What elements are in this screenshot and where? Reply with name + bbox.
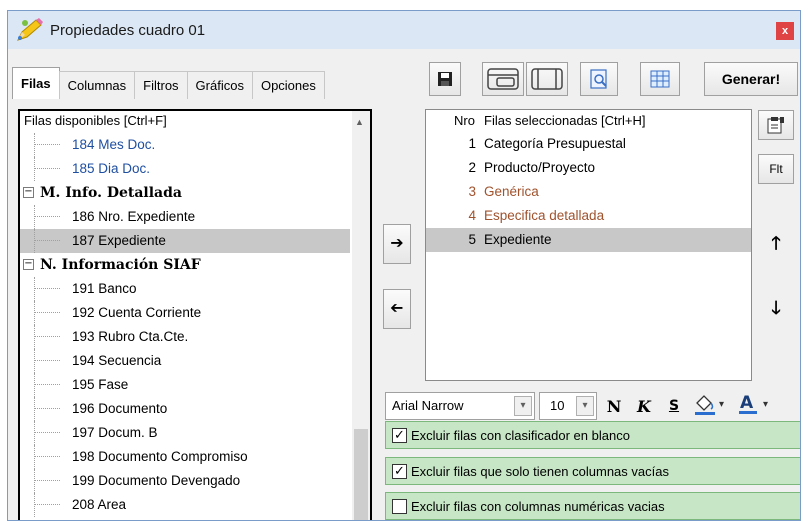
list-item[interactable]: 193 Rubro Cta.Cte. xyxy=(20,325,350,349)
tab-graficos[interactable]: Gráficos xyxy=(186,71,253,99)
move-up-button[interactable]: 🡑 xyxy=(758,223,794,263)
generar-button[interactable]: Generar! xyxy=(704,62,798,96)
tab-columnas[interactable]: Columnas xyxy=(58,71,136,99)
font-size-select[interactable]: 10 ▾ xyxy=(539,392,597,420)
list-item[interactable]: 199 Documento Devengado xyxy=(20,469,350,493)
title-bar[interactable]: Propiedades cuadro 01 x xyxy=(8,11,800,49)
checkbox-unchecked[interactable] xyxy=(392,498,407,514)
svg-text:A: A xyxy=(740,393,754,413)
table-row[interactable]: 1 Categoría Presupuestal xyxy=(426,132,751,156)
list-item[interactable]: 185 Dia Doc. xyxy=(20,157,350,181)
scroll-up-icon[interactable]: ▲ xyxy=(355,117,364,127)
available-rows-header: Filas disponibles [Ctrl+F] xyxy=(24,113,167,128)
grid-icon xyxy=(650,70,670,88)
table-row[interactable]: 4 Especifica detallada xyxy=(426,204,751,228)
nro-column-header: Nro xyxy=(454,113,475,128)
arrow-down-icon: 🡓 xyxy=(771,298,781,318)
font-color-icon: A ▾ xyxy=(739,393,768,414)
properties-icon xyxy=(767,117,784,134)
selected-rows-header: Nro Filas seleccionadas [Ctrl+H] xyxy=(426,110,751,132)
italic-button[interactable]: K xyxy=(631,397,657,416)
tree-group[interactable]: − M. Info. Detallada xyxy=(20,181,350,205)
checkbox-checked[interactable]: ✓ xyxy=(392,463,407,479)
table-row[interactable]: 3 Genérica xyxy=(426,180,751,204)
list-item[interactable]: 187 Expediente xyxy=(20,229,350,253)
properties-window: Propiedades cuadro 01 x Filas Columnas F… xyxy=(7,10,801,521)
option-exclude-empty-numeric[interactable]: Excluir filas con columnas numéricas vac… xyxy=(385,492,800,520)
layout-header-icon xyxy=(487,68,519,90)
tab-filas[interactable]: Filas xyxy=(12,67,60,99)
paint-bucket-icon: ▾ xyxy=(695,395,724,415)
arrow-right-icon: ➔ xyxy=(390,235,404,252)
selected-label-header: Filas seleccionadas [Ctrl+H] xyxy=(484,113,646,128)
fill-color-button[interactable]: ▾ xyxy=(691,393,731,419)
add-row-button[interactable]: ➔ xyxy=(383,224,411,264)
chevron-down-icon[interactable]: ▾ xyxy=(514,396,532,416)
list-item[interactable]: 208 Area xyxy=(20,493,350,517)
list-item[interactable]: 196 Documento xyxy=(20,397,350,421)
layout-header-button[interactable] xyxy=(482,62,524,96)
layout-columns-icon xyxy=(531,68,563,90)
close-button[interactable]: x xyxy=(776,22,794,40)
preview-button[interactable] xyxy=(580,62,618,96)
tab-strip: Filas Columnas Filtros Gráficos Opciones xyxy=(12,67,325,99)
table-row[interactable]: 2 Producto/Proyecto xyxy=(426,156,751,180)
strike-button[interactable]: S xyxy=(661,398,687,414)
tab-opciones[interactable]: Opciones xyxy=(251,71,325,99)
filter-button[interactable]: Flt xyxy=(758,154,794,184)
font-color-button[interactable]: A ▾ xyxy=(735,393,775,419)
preview-icon xyxy=(590,69,607,89)
checkbox-checked[interactable]: ✓ xyxy=(392,427,407,443)
list-item[interactable]: 192 Cuenta Corriente xyxy=(20,301,350,325)
properties-button[interactable] xyxy=(758,110,794,140)
list-item[interactable]: 197 Docum. B xyxy=(20,421,350,445)
bold-button[interactable]: N xyxy=(601,397,627,416)
save-button[interactable] xyxy=(429,62,461,96)
collapse-icon[interactable]: − xyxy=(23,259,34,270)
remove-row-button[interactable]: ➔ xyxy=(383,289,411,329)
option-exclude-blank-classifier[interactable]: ✓ Excluir filas con clasificador en blan… xyxy=(385,421,800,449)
list-item[interactable]: 194 Secuencia xyxy=(20,349,350,373)
chevron-down-icon[interactable]: ▾ xyxy=(576,396,594,416)
move-down-button[interactable]: 🡓 xyxy=(758,288,794,328)
collapse-icon[interactable]: − xyxy=(23,187,34,198)
option-exclude-empty-columns[interactable]: ✓ Excluir filas que solo tienen columnas… xyxy=(385,457,800,485)
list-item[interactable]: 195 Fase xyxy=(20,373,350,397)
layout-columns-button[interactable] xyxy=(526,62,568,96)
window-title: Propiedades cuadro 01 xyxy=(50,21,206,39)
grid-button[interactable] xyxy=(640,62,680,96)
svg-text:▾: ▾ xyxy=(763,399,768,410)
format-toolbar: Arial Narrow ▾ 10 ▾ N K S ▾ A ▾ xyxy=(385,391,775,421)
tree-group[interactable]: − N. Información SIAF xyxy=(20,253,350,277)
list-item[interactable]: 184 Mes Doc. xyxy=(20,133,350,157)
floppy-icon xyxy=(438,72,452,86)
pencil-icon xyxy=(14,16,44,44)
selected-rows-list[interactable]: Nro Filas seleccionadas [Ctrl+H] 1 Catego… xyxy=(425,109,752,381)
list-item[interactable]: 191 Banco xyxy=(20,277,350,301)
scrollbar-thumb[interactable] xyxy=(354,429,368,520)
table-row[interactable]: 5 Expediente xyxy=(426,228,751,252)
svg-text:▾: ▾ xyxy=(719,399,724,410)
list-item[interactable]: 186 Nro. Expediente xyxy=(20,205,350,229)
font-family-select[interactable]: Arial Narrow ▾ xyxy=(385,392,535,420)
vertical-scrollbar[interactable]: ▲ xyxy=(352,111,370,520)
list-item[interactable]: 198 Documento Compromiso xyxy=(20,445,350,469)
arrow-left-icon: ➔ xyxy=(390,300,404,317)
arrow-up-icon: 🡑 xyxy=(771,233,781,253)
available-rows-list[interactable]: Filas disponibles [Ctrl+F] 184 Mes Doc. … xyxy=(18,109,372,520)
tab-filtros[interactable]: Filtros xyxy=(134,71,188,99)
